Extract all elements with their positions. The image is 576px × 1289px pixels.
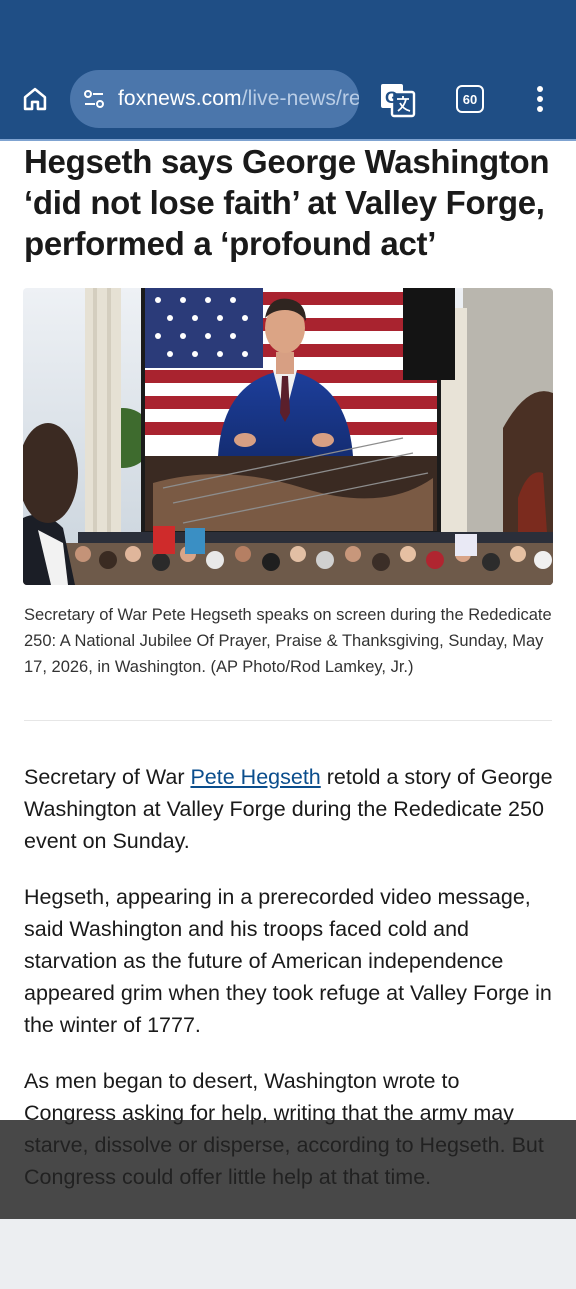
home-icon[interactable] — [18, 82, 52, 116]
article-headline: Hegseth says George Washington ‘did not … — [24, 143, 550, 262]
menu-dot — [537, 96, 543, 102]
pete-hegseth-link[interactable]: Pete Hegseth — [190, 765, 320, 789]
home-icon-glyph — [23, 87, 47, 111]
article-paragraph-2: Hegseth, appearing in a prerecorded vide… — [24, 885, 552, 1037]
menu-dot — [537, 86, 543, 92]
menu-dot — [537, 106, 543, 112]
url-domain: foxnews.com — [118, 87, 242, 110]
tab-switcher-icon[interactable]: 60 — [456, 85, 484, 113]
bottom-sheet-area — [0, 1219, 576, 1289]
svg-text:G: G — [385, 88, 398, 107]
article-photo[interactable] — [23, 288, 553, 585]
address-bar[interactable]: foxnews.com/live-news/re — [70, 70, 359, 128]
article-paragraph-1: Secretary of War Pete Hegseth retold a s… — [24, 761, 554, 857]
dim-overlay — [0, 1120, 576, 1219]
url-text: foxnews.com/live-news/re — [118, 87, 359, 111]
paragraph-text: Secretary of War — [24, 765, 191, 789]
tune-icon[interactable] — [82, 87, 106, 111]
url-path: /live-news/re — [241, 87, 359, 110]
image-caption: Secretary of War Pete Hegseth speaks on … — [24, 606, 552, 676]
browser-toolbar: foxnews.com/live-news/re G 60 — [0, 0, 576, 141]
translate-icon-glyph: G — [381, 84, 416, 118]
translate-icon[interactable]: G — [378, 82, 416, 118]
tab-count: 60 — [462, 91, 478, 107]
more-vert-icon[interactable] — [530, 84, 550, 114]
photo-illustration — [23, 288, 553, 585]
caption-divider — [24, 720, 552, 721]
